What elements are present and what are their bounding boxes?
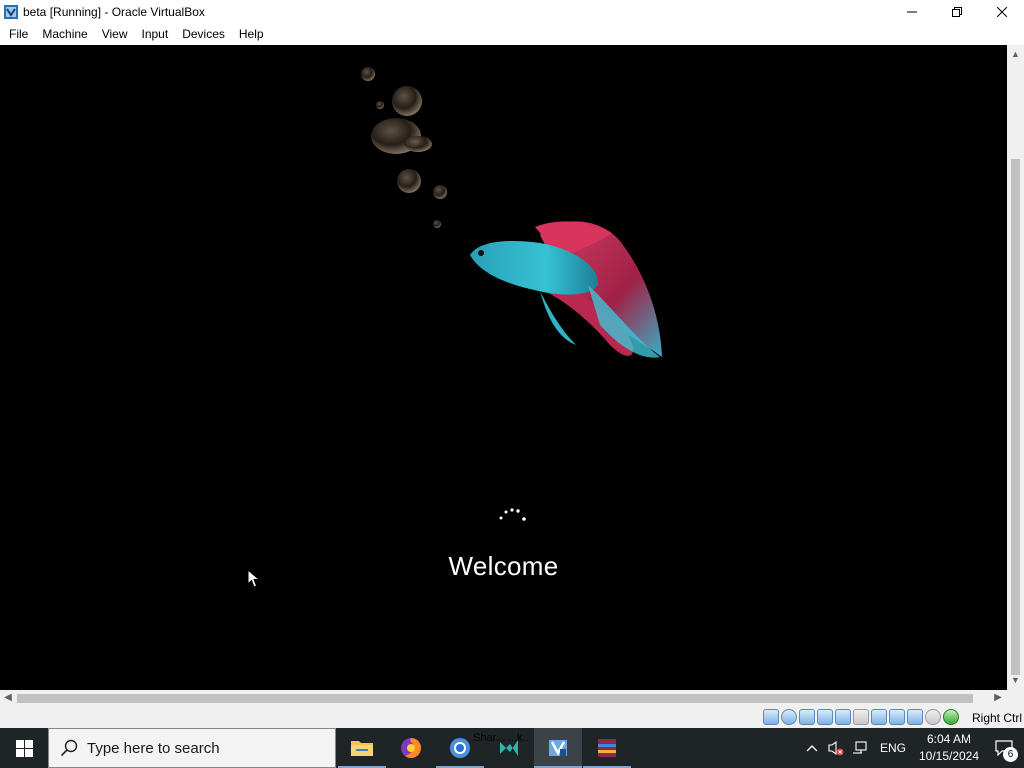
vertical-scroll-thumb[interactable]	[1011, 159, 1020, 675]
taskbar-tooltip-text: Shar... ...k..	[473, 732, 529, 744]
taskbar-file-explorer[interactable]	[338, 728, 386, 768]
scroll-left-icon[interactable]: ◀	[3, 692, 13, 705]
search-input[interactable]	[87, 739, 307, 757]
firefox-icon	[401, 738, 421, 758]
action-center-button[interactable]: 6	[984, 728, 1024, 768]
mouse-integration-icon[interactable]	[907, 709, 923, 725]
menu-view[interactable]: View	[95, 23, 135, 45]
minimize-icon	[906, 11, 917, 12]
virtualbox-app-icon	[3, 4, 19, 20]
volume-button[interactable]	[824, 728, 848, 768]
network-icon[interactable]	[817, 709, 833, 725]
start-button[interactable]	[0, 728, 48, 768]
vm-display[interactable]: Welcome	[0, 45, 1007, 690]
taskbar-winrar[interactable]	[583, 728, 631, 768]
scroll-up-icon[interactable]: ▲	[1011, 49, 1020, 59]
speaker-muted-icon	[828, 740, 844, 756]
language-indicator[interactable]: ENG	[872, 728, 914, 768]
horizontal-scrollbar[interactable]: ◀ ▶	[0, 690, 1007, 707]
windows-taskbar: Shar... ...k.. ENG 6:04 AM 10/15/2024	[0, 728, 1024, 768]
menu-bar: File Machine View Input Devices Help	[0, 23, 1024, 45]
clock-date: 10/15/2024	[918, 749, 980, 763]
menu-file[interactable]: File	[2, 23, 35, 45]
restore-button[interactable]	[934, 0, 979, 23]
horizontal-scroll-thumb[interactable]	[17, 694, 973, 703]
clock[interactable]: 6:04 AM 10/15/2024	[914, 728, 984, 768]
scroll-right-icon[interactable]: ▶	[993, 692, 1003, 705]
search-icon	[60, 739, 78, 757]
menu-input[interactable]: Input	[135, 23, 176, 45]
loading-spinner-icon	[499, 508, 526, 521]
winrar-icon	[598, 739, 616, 757]
mouse-pointer-icon	[247, 569, 261, 588]
taskbar-search[interactable]	[48, 728, 336, 768]
keyboard-icon[interactable]	[925, 709, 941, 725]
chevron-up-icon	[806, 745, 818, 752]
scroll-down-icon[interactable]: ▼	[1011, 675, 1020, 685]
video-capture-icon[interactable]	[889, 709, 905, 725]
welcome-text: Welcome	[448, 551, 559, 581]
close-button[interactable]	[979, 0, 1024, 23]
restore-icon	[951, 6, 962, 17]
menu-help[interactable]: Help	[232, 23, 271, 45]
betta-fish	[470, 221, 662, 358]
chrome-icon	[450, 738, 470, 758]
vertical-scrollbar[interactable]: ▲ ▼	[1007, 45, 1024, 690]
betta-fish-wallpaper	[361, 67, 662, 358]
clock-time: 6:04 AM	[926, 732, 972, 746]
show-hidden-icons-button[interactable]	[800, 728, 824, 768]
notification-count-badge: 6	[1003, 747, 1018, 762]
optical-drive-icon[interactable]	[781, 709, 797, 725]
taskbar-firefox[interactable]	[387, 728, 435, 768]
vm-status-bar: Right Ctrl	[0, 707, 1024, 728]
virtualbox-icon	[549, 740, 567, 756]
taskbar-virtualbox[interactable]	[534, 728, 582, 768]
usb-icon[interactable]	[835, 709, 851, 725]
network-button[interactable]	[848, 728, 872, 768]
menu-devices[interactable]: Devices	[175, 23, 232, 45]
scrollbar-corner	[1007, 690, 1024, 707]
host-key-label: Right Ctrl	[972, 711, 1023, 725]
menu-machine[interactable]: Machine	[35, 23, 94, 45]
audio-icon[interactable]	[799, 709, 815, 725]
bubbles	[361, 67, 447, 228]
folder-icon	[351, 741, 373, 756]
title-bar[interactable]: beta [Running] - Oracle VirtualBox	[0, 0, 1024, 23]
close-icon	[996, 6, 1007, 17]
system-tray: ENG 6:04 AM 10/15/2024 6	[800, 728, 1024, 768]
network-icon	[852, 741, 867, 754]
window-title: beta [Running] - Oracle VirtualBox	[23, 4, 205, 19]
host-key-icon[interactable]	[943, 709, 959, 725]
display-icon[interactable]	[871, 709, 887, 725]
shared-folders-icon[interactable]	[853, 709, 869, 725]
minimize-button[interactable]	[889, 0, 934, 23]
hard-disk-icon[interactable]	[763, 709, 779, 725]
windows-logo-icon	[15, 739, 33, 757]
